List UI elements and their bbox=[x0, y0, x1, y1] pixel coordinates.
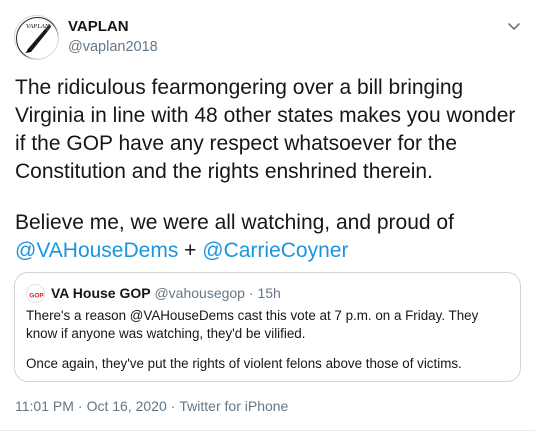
author-avatar[interactable]: VAPLAN bbox=[14, 15, 59, 60]
meta-dot: · bbox=[77, 398, 83, 414]
tweet-source[interactable]: Twitter for iPhone bbox=[179, 398, 288, 414]
chevron-down-icon[interactable] bbox=[506, 18, 522, 34]
quoted-text-paragraph-1: There's a reason @VAHouseDems cast this … bbox=[26, 308, 479, 341]
quoted-dot: · bbox=[248, 285, 254, 301]
tweet-text-paragraph-2: Believe me, we were all watching, and pr… bbox=[15, 209, 530, 265]
quoted-tweet[interactable]: GOP VA House GOP @vahousegop · 15h There… bbox=[14, 272, 521, 382]
gop-logo-icon: GOP bbox=[27, 285, 44, 302]
svg-text:VAPLAN: VAPLAN bbox=[26, 23, 50, 30]
svg-text:GOP: GOP bbox=[29, 293, 44, 300]
tweet-text-paragraph-1: The ridiculous fearmongering over a bill… bbox=[15, 76, 522, 183]
tweet-date[interactable]: Oct 16, 2020 bbox=[87, 398, 167, 414]
mention-carriecoyner[interactable]: @CarrieCoyner bbox=[202, 239, 348, 262]
quoted-text-paragraph-2: Once again, they've put the rights of vi… bbox=[26, 356, 462, 371]
quoted-header: VA House GOP @vahousegop · 15h bbox=[51, 285, 281, 301]
quoted-author-avatar: GOP bbox=[26, 284, 45, 303]
tweet-text-prefix: Believe me, we were all watching, and pr… bbox=[15, 211, 454, 234]
vaplan-logo-icon: VAPLAN bbox=[16, 17, 58, 59]
quoted-display-name: VA House GOP bbox=[51, 285, 151, 301]
author-display-name[interactable]: VAPLAN bbox=[68, 18, 129, 35]
tweet-card: VAPLAN VAPLAN @vaplan2018 The ridiculous… bbox=[0, 0, 535, 431]
author-handle[interactable]: @vaplan2018 bbox=[68, 39, 158, 55]
tweet-metadata: 11:01 PM · Oct 16, 2020 · Twitter for iPhone bbox=[15, 398, 288, 414]
quoted-timestamp: 15h bbox=[257, 285, 281, 301]
meta-dot-2: · bbox=[170, 398, 176, 414]
tweet-time[interactable]: 11:01 PM bbox=[15, 398, 74, 414]
quoted-handle: @vahousegop bbox=[154, 285, 245, 301]
mention-vahousedems[interactable]: @VAHouseDems bbox=[15, 239, 178, 262]
plus-separator: + bbox=[178, 239, 203, 262]
